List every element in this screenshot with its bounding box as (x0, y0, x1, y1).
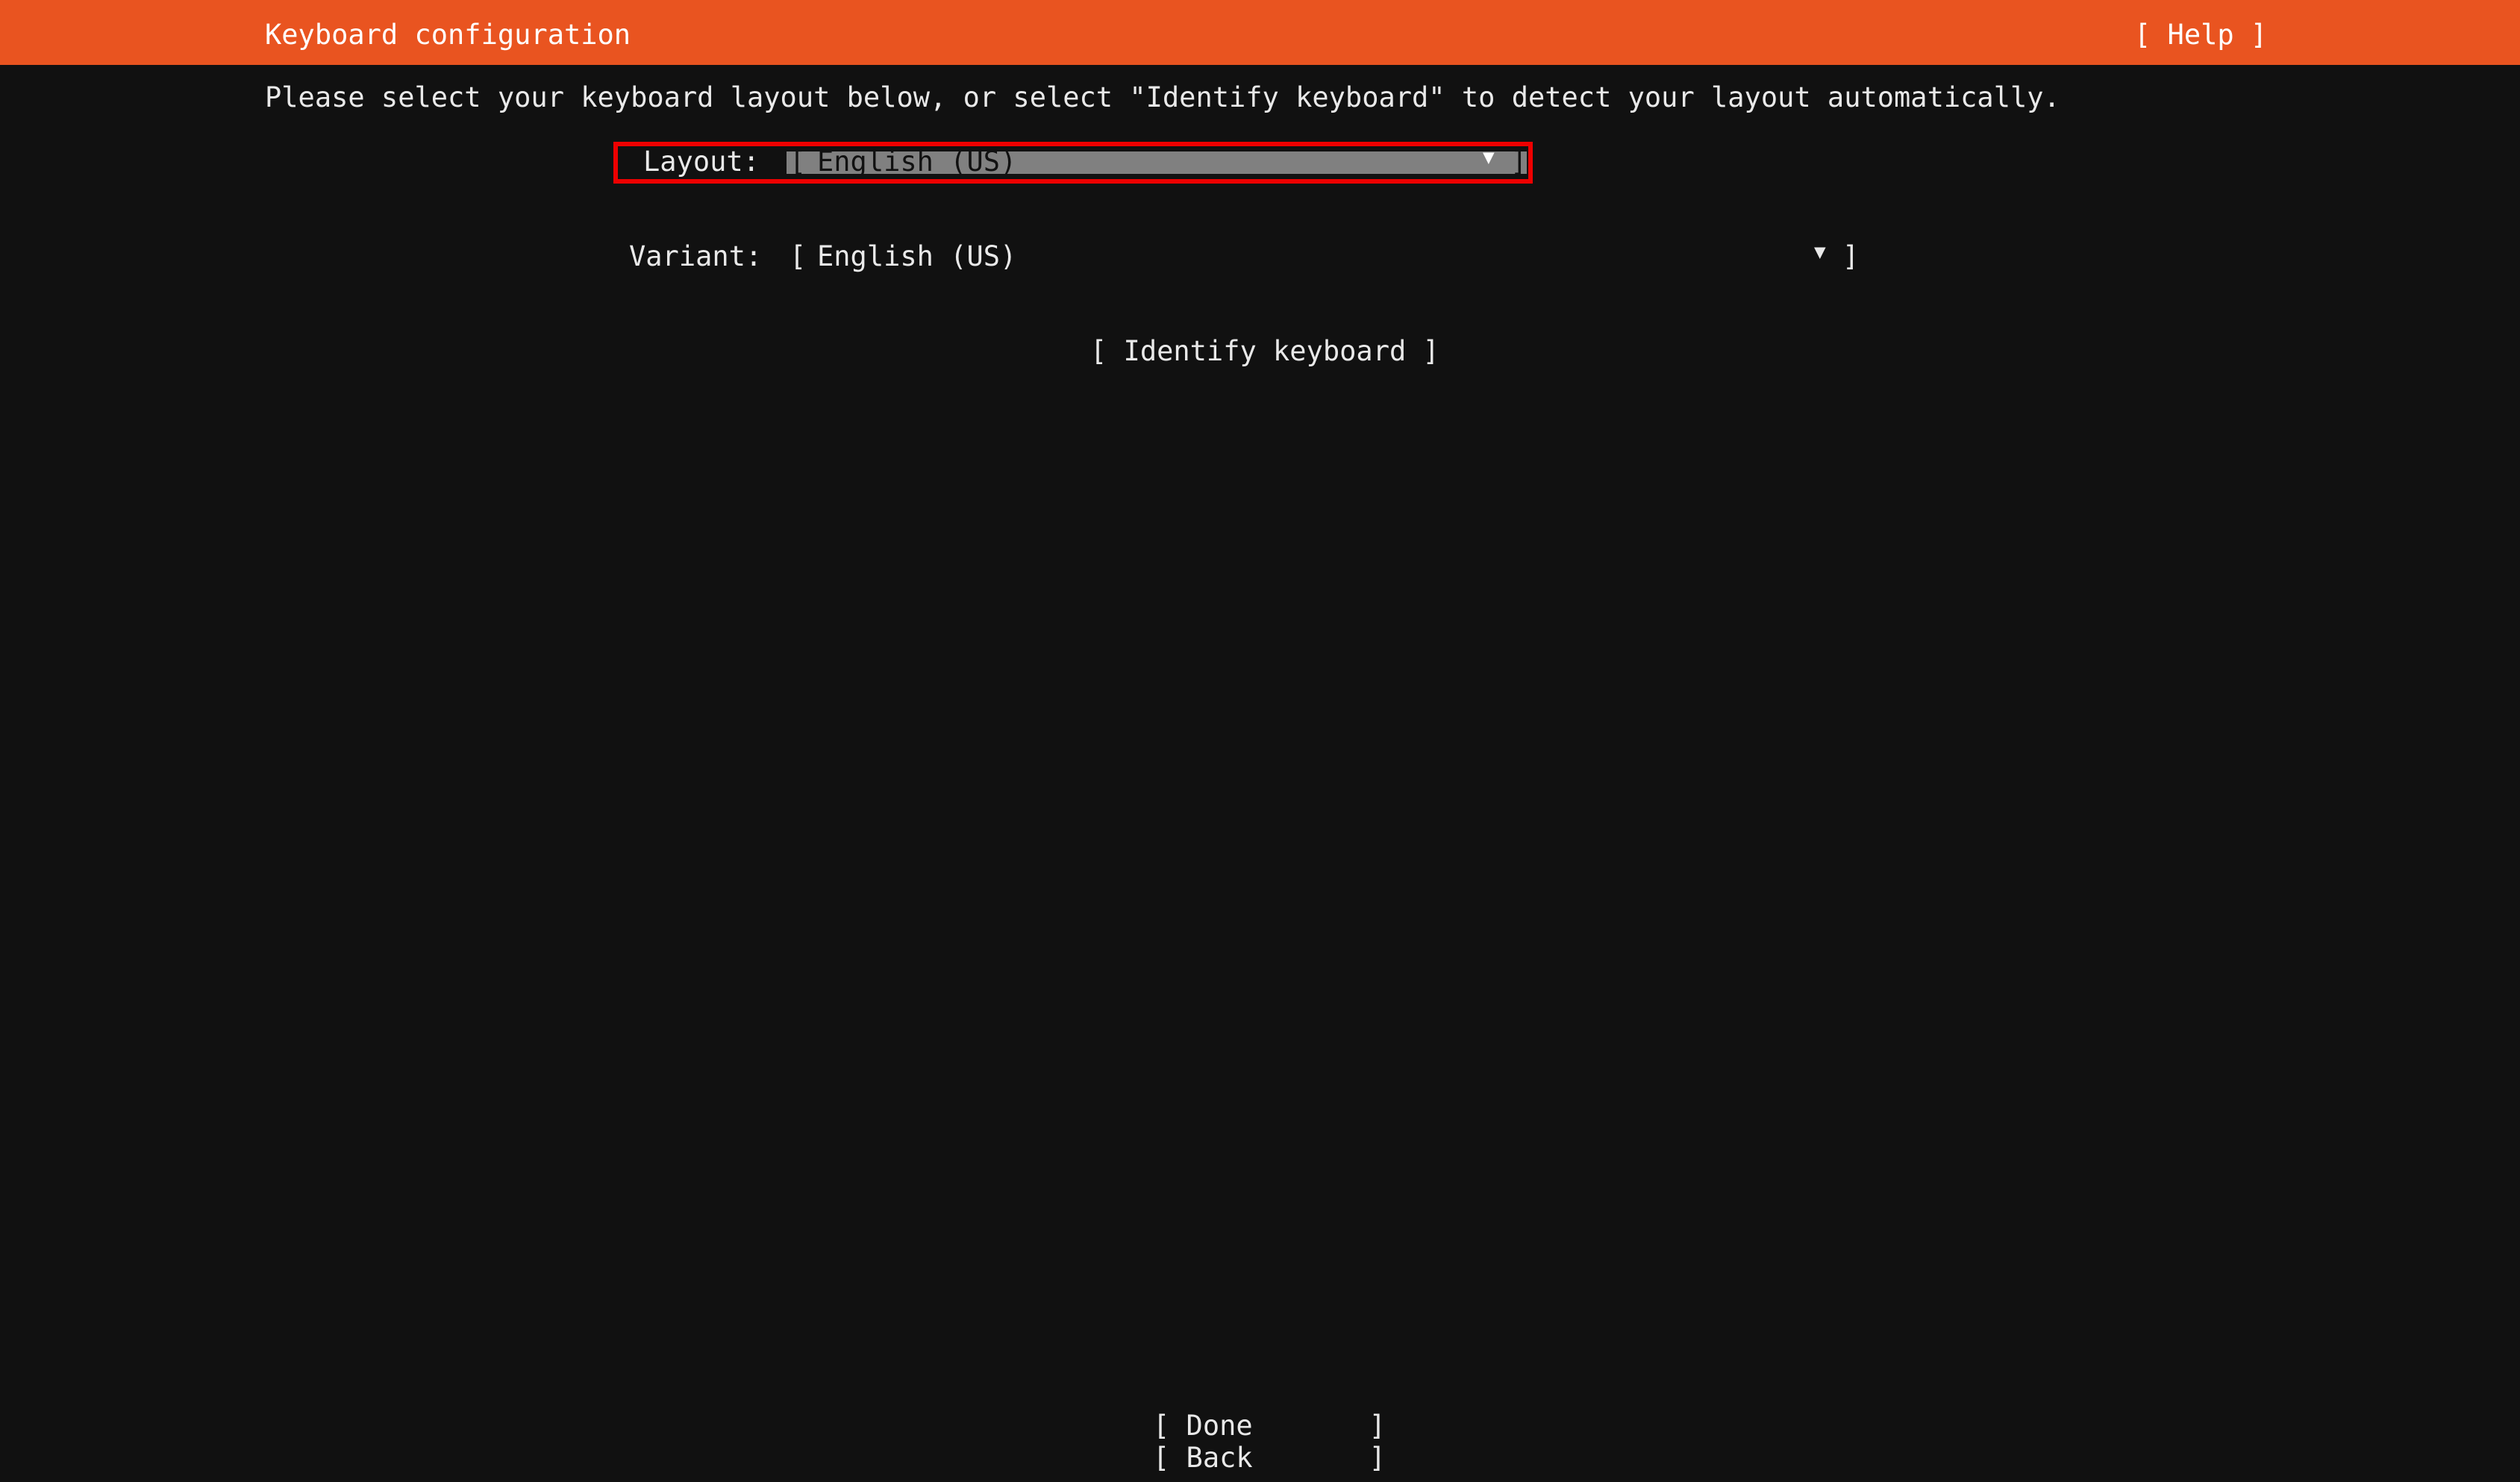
page-title: Keyboard configuration (265, 19, 631, 51)
identify-keyboard-button[interactable]: [ Identify keyboard ] (1090, 337, 1439, 365)
layout-chevron-down-icon[interactable]: ▼ (1483, 148, 1495, 167)
header-bar: Keyboard configuration [ Help ] (0, 0, 2520, 65)
done-button[interactable]: [ Done ] (1153, 1412, 1386, 1439)
instructions-text: Please select your keyboard layout below… (265, 81, 2060, 113)
layout-bracket-close: ] (1510, 146, 1528, 178)
layout-bracket-open: [ (790, 146, 807, 178)
variant-select[interactable]: English (US) (817, 243, 1016, 270)
layout-value[interactable]: English (US) (817, 148, 1016, 175)
layout-label: Layout: (643, 146, 760, 178)
back-button[interactable]: [ Back ] (1153, 1444, 1386, 1472)
variant-label: Variant: (629, 240, 763, 272)
variant-chevron-down-icon[interactable]: ▼ (1814, 243, 1826, 262)
variant-bracket-close: ] (1842, 240, 1860, 272)
variant-bracket-open: [ (790, 240, 807, 272)
help-button[interactable]: [ Help ] (2134, 21, 2267, 49)
